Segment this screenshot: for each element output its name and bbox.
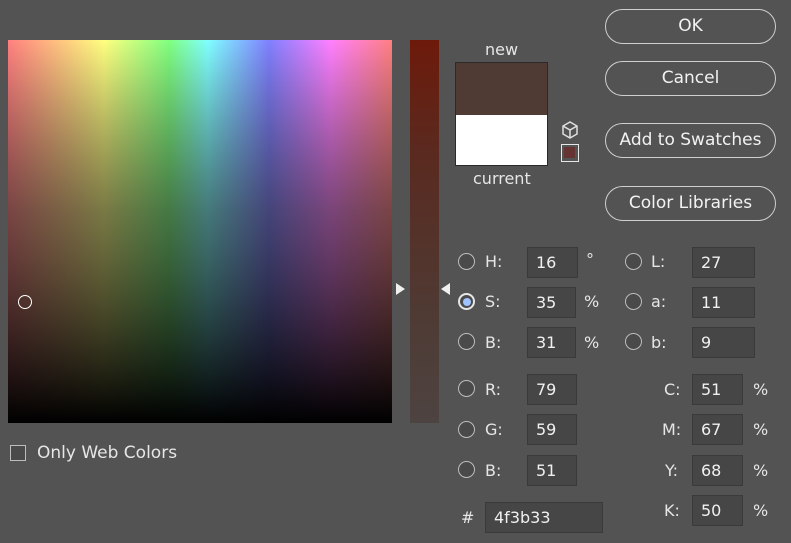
b-unit: % [584, 333, 600, 352]
g-radio[interactable] [458, 421, 475, 438]
hex-label: # [461, 508, 475, 527]
b-label: B: [485, 333, 502, 352]
s-radio[interactable] [458, 293, 475, 310]
k-input[interactable]: 50 [692, 495, 743, 526]
g-input[interactable]: 59 [527, 414, 577, 445]
h-radio[interactable] [458, 253, 475, 270]
g-label: G: [485, 420, 503, 439]
a-label: a: [651, 292, 667, 311]
color-libraries-button[interactable]: Color Libraries [605, 186, 776, 221]
rgb-b-label: B: [485, 461, 502, 480]
hex-input[interactable]: 4f3b33 [485, 502, 603, 533]
only-web-colors-label[interactable]: Only Web Colors [37, 443, 177, 463]
slider-right-arrow-icon[interactable] [441, 283, 450, 295]
r-label: R: [485, 380, 502, 399]
h-label: H: [485, 252, 503, 271]
c-input[interactable]: 51 [692, 374, 743, 405]
swatch-frame [455, 62, 548, 166]
y-unit: % [753, 461, 769, 480]
ok-button[interactable]: OK [605, 9, 776, 44]
lab-b-label: b: [651, 333, 667, 352]
rgb-b-radio[interactable] [458, 461, 475, 478]
y-input[interactable]: 68 [692, 455, 743, 486]
only-web-colors-checkbox[interactable] [10, 445, 26, 461]
m-input[interactable]: 67 [692, 414, 743, 445]
s-label: S: [485, 292, 501, 311]
b-input[interactable]: 31 [527, 327, 576, 358]
c-unit: % [753, 380, 769, 399]
r-radio[interactable] [458, 380, 475, 397]
b-radio[interactable] [458, 333, 475, 350]
k-unit: % [753, 501, 769, 520]
r-input[interactable]: 79 [527, 374, 577, 405]
l-input[interactable]: 27 [692, 247, 755, 278]
websafe-color-swatch[interactable] [561, 144, 579, 162]
color-slider[interactable] [410, 40, 439, 423]
color-field-marker[interactable] [18, 295, 32, 309]
slider-left-arrow-icon[interactable] [396, 283, 405, 295]
current-label: current [473, 169, 531, 188]
l-radio[interactable] [625, 253, 642, 270]
y-label: Y: [665, 461, 679, 480]
cancel-button[interactable]: Cancel [605, 61, 776, 96]
m-label: M: [662, 420, 682, 439]
a-input[interactable]: 11 [692, 287, 755, 318]
lab-b-input[interactable]: 9 [692, 327, 755, 358]
h-input[interactable]: 16 [527, 247, 578, 278]
s-input[interactable]: 35 [527, 287, 576, 318]
add-to-swatches-button[interactable]: Add to Swatches [605, 123, 776, 158]
new-label: new [485, 40, 519, 59]
lab-b-radio[interactable] [625, 333, 642, 350]
h-unit: ° [586, 250, 594, 269]
m-unit: % [753, 420, 769, 439]
rgb-b-input[interactable]: 51 [527, 455, 577, 486]
c-label: C: [664, 380, 681, 399]
s-unit: % [584, 292, 600, 311]
cube-icon[interactable] [561, 121, 579, 139]
a-radio[interactable] [625, 293, 642, 310]
l-label: L: [651, 252, 666, 271]
color-field[interactable] [8, 40, 392, 423]
k-label: K: [664, 501, 680, 520]
